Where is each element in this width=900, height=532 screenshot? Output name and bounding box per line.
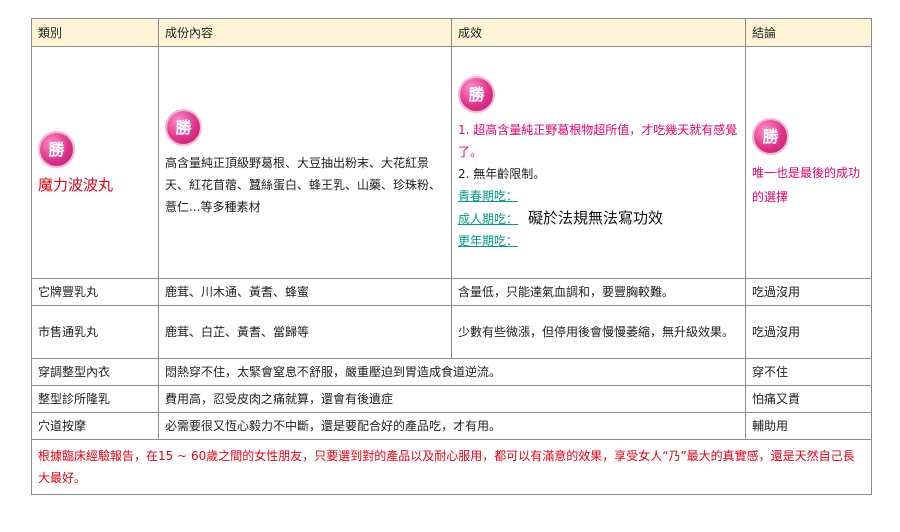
- row-ingredients: 鹿茸、白芷、黃耆、當歸等: [158, 305, 452, 359]
- row-conclusion: 怕痛又貴: [745, 385, 872, 413]
- header-ingredients: 成份內容: [158, 18, 452, 47]
- stage-menopause-link[interactable]: 更年期吃：: [458, 234, 518, 248]
- clinical-report-note: 根據臨床經驗報告，在15 ~ 60歲之間的女性朋友，只要選到對的產品以及耐心服用…: [31, 439, 872, 495]
- featured-category-cell: 勝 魔力波波丸: [31, 46, 159, 279]
- featured-ingredients-text: 高含量純正頂級野葛根、大豆抽出粉末、大花紅景天、紅花苜蓿、蠶絲蛋白、蜂王乳、山藥…: [165, 156, 442, 214]
- row-effect: 少數有些微漲，但停用後會慢慢萎縮，無升級效果。: [451, 305, 746, 359]
- row-description: 悶熱穿不住，太緊會窒息不舒服，嚴重壓迫到胃造成食道逆流。: [158, 358, 746, 386]
- row-category: 穿調整型內衣: [31, 358, 159, 386]
- featured-product-row: 勝 魔力波波丸 勝 高含量純正頂級野葛根、大豆抽出粉末、大花紅景天、紅花苜蓿、蠶…: [31, 46, 872, 279]
- table-row: 穴道按摩 必需要很又恆心毅力不中斷，還是要配合好的產品吃，才有用。 輔助用: [31, 412, 872, 440]
- footer-row: 根據臨床經驗報告，在15 ~ 60歲之間的女性朋友，只要選到對的產品以及耐心服用…: [31, 439, 872, 495]
- featured-ingredients-cell: 勝 高含量純正頂級野葛根、大豆抽出粉末、大花紅景天、紅花苜蓿、蠶絲蛋白、蜂王乳、…: [158, 46, 452, 279]
- table-row: 整型診所隆乳 費用高，忍受皮肉之痛就算，還會有後遺症 怕痛又貴: [31, 385, 872, 413]
- row-description: 必需要很又恆心毅力不中斷，還是要配合好的產品吃，才有用。: [158, 412, 746, 440]
- row-description: 費用高，忍受皮肉之痛就算，還會有後遺症: [158, 385, 746, 413]
- win-badge-icon: 勝: [460, 77, 493, 111]
- effect-line-1: 1. 超高含量純正野葛根物超所值，才吃幾天就有感覺了。: [458, 122, 738, 159]
- win-badge-icon: 勝: [754, 120, 787, 153]
- table-header-row: 類別 成份內容 成效 結論: [31, 18, 872, 47]
- header-category: 類別: [31, 18, 159, 47]
- row-category: 市售通乳丸: [31, 305, 159, 359]
- header-effect: 成效: [451, 18, 746, 47]
- featured-conclusion-text: 唯一也是最後的成功的選擇: [752, 166, 861, 204]
- comparison-table: 類別 成份內容 成效 結論 勝 魔力波波丸 勝 高含量純正頂級野葛根、大豆抽出粉…: [31, 18, 872, 495]
- law-note: 礙於法規無法寫功效: [528, 208, 664, 227]
- row-conclusion: 吃過沒用: [745, 278, 872, 306]
- row-category: 它牌豐乳丸: [31, 278, 159, 306]
- table-row: 它牌豐乳丸 鹿茸、川木通、黃耆、蜂蜜 含量低，只能達氣血調和，要豐胸較難。 吃過…: [31, 278, 872, 306]
- featured-product-name: 魔力波波丸: [38, 175, 114, 194]
- row-category: 整型診所隆乳: [31, 385, 159, 413]
- win-badge-icon: 勝: [167, 111, 200, 144]
- win-badge-icon: 勝: [40, 132, 73, 166]
- table-row: 穿調整型內衣 悶熱穿不住，太緊會窒息不舒服，嚴重壓迫到胃造成食道逆流。 穿不住: [31, 358, 872, 386]
- stage-adult-link[interactable]: 成人期吃：: [458, 212, 518, 226]
- table-row: 市售通乳丸 鹿茸、白芷、黃耆、當歸等 少數有些微漲，但停用後會慢慢萎縮，無升級效…: [31, 305, 872, 359]
- featured-effect-cell: 勝 1. 超高含量純正野葛根物超所值，才吃幾天就有感覺了。 2. 無年齡限制。 …: [451, 46, 746, 279]
- page: 類別 成份內容 成效 結論 勝 魔力波波丸 勝 高含量純正頂級野葛根、大豆抽出粉…: [0, 0, 900, 532]
- row-category: 穴道按摩: [31, 412, 159, 440]
- row-conclusion: 穿不住: [745, 358, 872, 386]
- featured-conclusion-cell: 勝 唯一也是最後的成功的選擇: [745, 46, 872, 279]
- effect-line-2: 2. 無年齡限制。: [458, 166, 546, 181]
- stage-puberty-link[interactable]: 青春期吃：: [458, 189, 518, 203]
- row-conclusion: 吃過沒用: [745, 305, 872, 359]
- row-effect: 含量低，只能達氣血調和，要豐胸較難。: [451, 278, 746, 306]
- header-conclusion: 結論: [745, 18, 872, 47]
- row-conclusion: 輔助用: [745, 412, 872, 440]
- row-ingredients: 鹿茸、川木通、黃耆、蜂蜜: [158, 278, 452, 306]
